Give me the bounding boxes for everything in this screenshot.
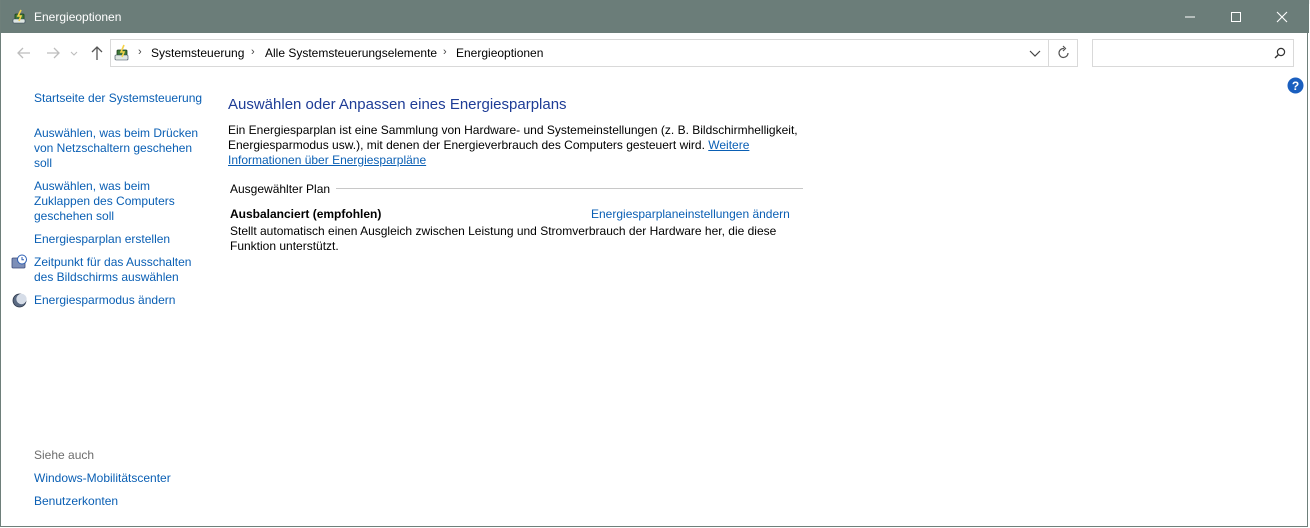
power-options-app-icon xyxy=(12,9,26,24)
breadcrumb-separator-icon[interactable]: › xyxy=(443,46,447,58)
refresh-icon xyxy=(1058,45,1069,59)
close-icon xyxy=(1276,11,1288,23)
plan-name: Ausbalanciert (empfohlen) xyxy=(230,207,382,221)
breadcrumb-energieoptionen[interactable]: Energieoptionen xyxy=(456,46,543,60)
see-also-mobility-center[interactable]: Windows-Mobilitätscenter xyxy=(34,471,171,486)
page-title: Auswählen oder Anpassen eines Energiespa… xyxy=(228,96,567,113)
minimize-icon xyxy=(1185,16,1195,18)
search-icon[interactable] xyxy=(1274,47,1286,59)
sidebar-item-create-plan[interactable]: Energiesparplan erstellen xyxy=(34,232,170,247)
breadcrumb-separator-icon[interactable]: › xyxy=(251,46,255,58)
forward-arrow-icon[interactable] xyxy=(44,44,62,62)
chevron-down-icon xyxy=(1029,50,1041,57)
search-box[interactable] xyxy=(1092,39,1294,67)
plan-description: Stellt automatisch einen Ausgleich zwisc… xyxy=(230,224,777,253)
moon-icon xyxy=(12,293,27,308)
breadcrumb-separator-icon[interactable]: › xyxy=(138,46,142,58)
sidebar-item-sleep-mode[interactable]: Energiesparmodus ändern xyxy=(34,293,175,308)
sidebar-home-link[interactable]: Startseite der Systemsteuerung xyxy=(34,91,202,106)
recent-locations-chevron-icon[interactable] xyxy=(68,44,80,62)
refresh-button[interactable] xyxy=(1048,40,1079,66)
window-title: Energieoptionen xyxy=(34,10,122,24)
plan-settings-link[interactable]: Energiesparplaneinstellungen ändern xyxy=(591,207,790,221)
maximize-icon xyxy=(1231,12,1241,22)
help-icon[interactable]: ? xyxy=(1287,77,1304,94)
close-button[interactable] xyxy=(1259,0,1305,33)
minimize-button[interactable] xyxy=(1167,0,1213,33)
see-also-user-accounts[interactable]: Benutzerkonten xyxy=(34,494,118,509)
address-dropdown-button[interactable] xyxy=(1024,40,1046,66)
energy-options-window: Energieoptionen › Systemsteuerung › Alle… xyxy=(0,0,1309,527)
selected-plan-heading: Ausgewählter Plan xyxy=(230,182,337,196)
control-panel-icon xyxy=(114,44,129,61)
page-description: Ein Energiesparplan ist eine Sammlung vo… xyxy=(228,123,803,168)
search-input[interactable] xyxy=(1097,44,1271,64)
sidebar-item-power-buttons[interactable]: Auswählen, was beim Drücken von Netzscha… xyxy=(34,126,204,171)
sidebar-item-lid-close[interactable]: Auswählen, was beim Zuklappen des Comput… xyxy=(34,179,184,224)
title-bar[interactable]: Energieoptionen xyxy=(1,0,1309,33)
back-arrow-icon[interactable] xyxy=(15,44,33,62)
address-bar[interactable]: › Systemsteuerung › Alle Systemsteuerung… xyxy=(110,39,1078,67)
clock-monitor-icon xyxy=(11,254,27,269)
breadcrumb-systemsteuerung[interactable]: Systemsteuerung xyxy=(151,46,244,60)
up-arrow-icon[interactable] xyxy=(88,44,106,62)
maximize-button[interactable] xyxy=(1213,0,1259,33)
sidebar-item-display-off[interactable]: Zeitpunkt für das Ausschalten des Bildsc… xyxy=(34,255,204,285)
svg-text:?: ? xyxy=(1292,79,1299,93)
see-also-heading: Siehe auch xyxy=(34,448,95,462)
breadcrumb-alle-elemente[interactable]: Alle Systemsteuerungselemente xyxy=(265,46,437,60)
